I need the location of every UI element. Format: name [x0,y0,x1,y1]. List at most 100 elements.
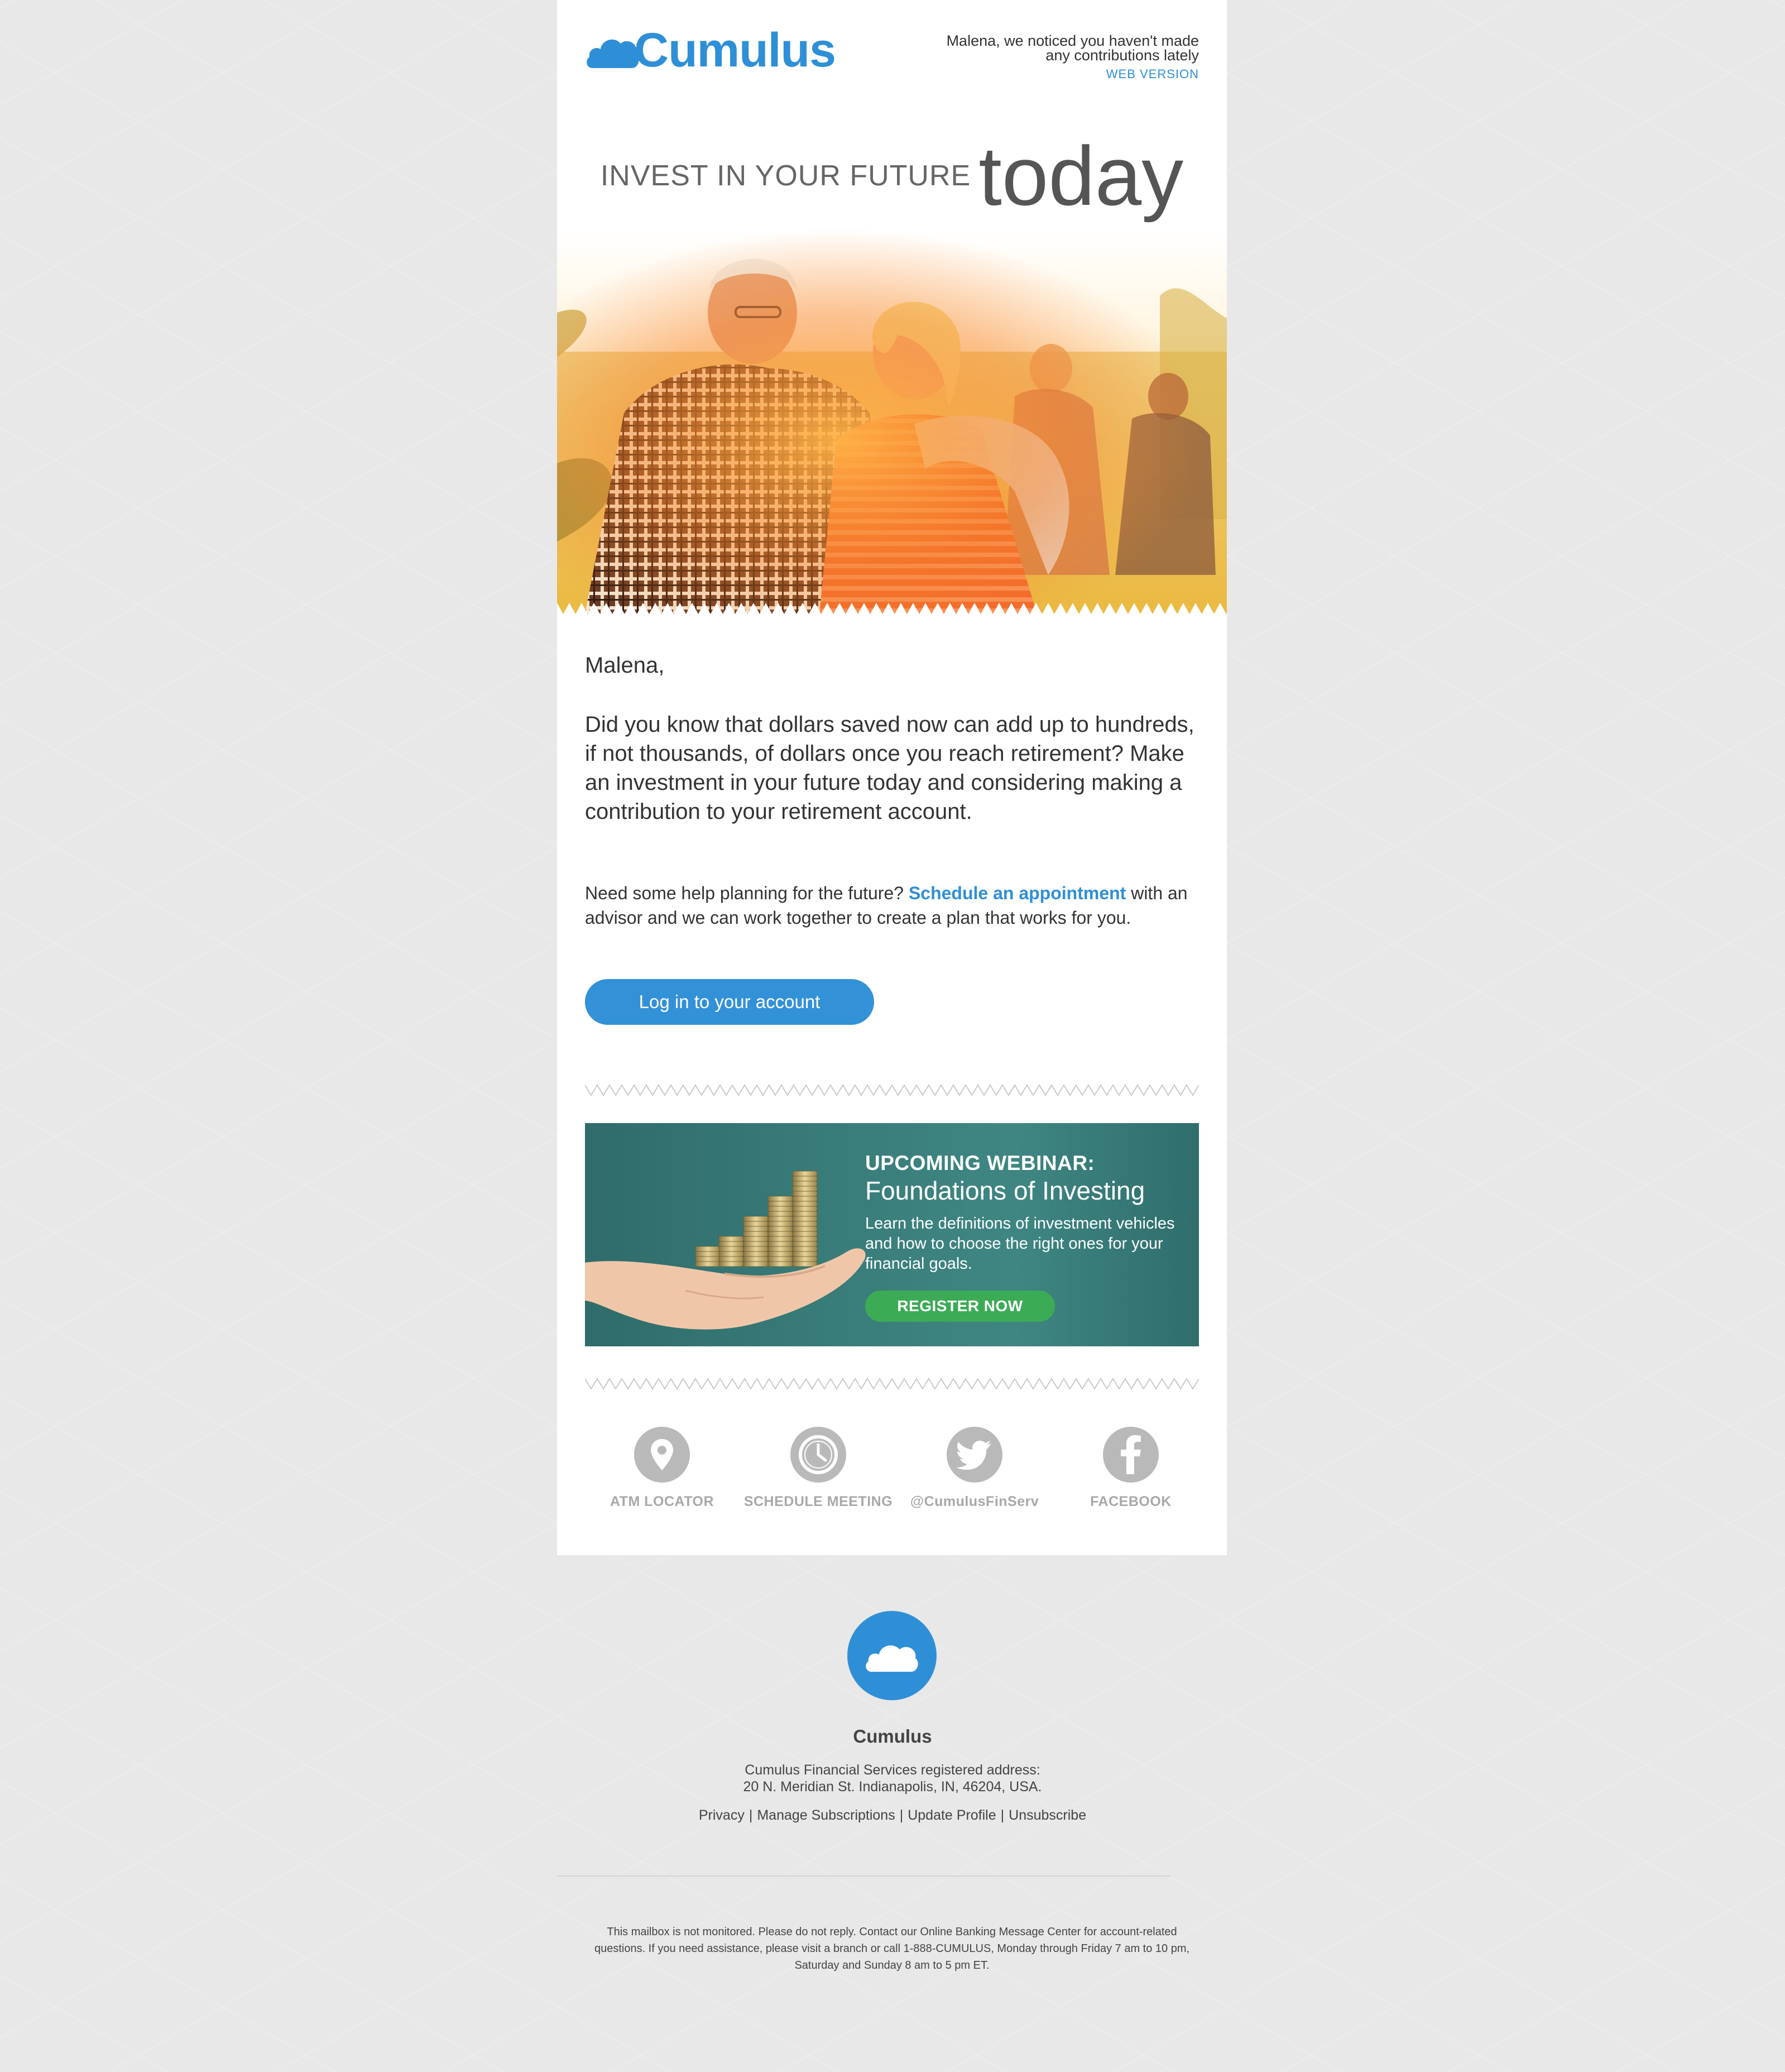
location-pin-icon [651,1439,673,1470]
coin [767,1216,793,1222]
clock-icon [790,1427,846,1483]
coin [695,1246,721,1252]
coin [743,1236,769,1242]
coin [792,1231,818,1237]
link-separator: | [748,1807,753,1823]
coin [792,1251,818,1257]
location-pin-icon [634,1427,690,1483]
coin [792,1246,818,1252]
coin [718,1246,744,1252]
footer-divider [557,1876,1171,1877]
email-card: Cumulus Malena, we noticed you haven't m… [557,0,1227,1555]
coin [767,1206,793,1212]
disclaimer-line-3: Saturday and Sunday 8 am to 5 pm ET. [794,1959,990,1972]
hero-image [557,229,1227,614]
coin [743,1261,769,1267]
twitter-icon [957,1441,991,1470]
coin [718,1261,744,1267]
coin [792,1186,818,1192]
coin [695,1256,721,1262]
coin [767,1201,793,1207]
webinar-title: Foundations of Investing [865,1176,1145,1205]
coin [718,1241,744,1247]
intro-paragraph: Did you know that dollars saved now can … [585,712,1194,824]
coin [792,1241,818,1247]
zigzag-divider [585,1084,1199,1096]
coin [743,1216,769,1222]
webinar-banner[interactable]: UPCOMING WEBINAR: Foundations of Investi… [585,1123,1199,1346]
brand-logo[interactable]: Cumulus [585,22,836,78]
coin [767,1241,793,1247]
coin [792,1196,818,1202]
coin [743,1256,769,1262]
web-version-link[interactable]: WEB VERSION [942,67,1199,81]
disclaimer: This mailbox is not monitored. Please do… [557,1924,1227,1974]
coin [743,1246,769,1252]
facebook-icon [1103,1427,1159,1483]
privacy-link[interactable]: Privacy [699,1807,745,1823]
coin [718,1256,744,1262]
coin [743,1251,769,1257]
coin [767,1196,793,1202]
register-now-button[interactable]: REGISTER NOW [865,1291,1055,1322]
quick-links: ATM LOCATOR SCHEDULE MEETING @CumulusFin… [585,1427,1210,1516]
login-button[interactable]: Log in to your account [585,979,874,1025]
coin [767,1246,793,1252]
unsubscribe-link[interactable]: Unsubscribe [1009,1807,1086,1823]
manage-subscriptions-link[interactable]: Manage Subscriptions [757,1807,895,1823]
schedule-appointment-link[interactable]: Schedule an appointment [909,883,1126,903]
headline-big: today [978,129,1184,223]
webinar-kicker: UPCOMING WEBINAR: [865,1152,1095,1174]
footer-brand-name: Cumulus [853,1726,932,1747]
hero-headline: INVEST IN YOUR FUTUREtoday [557,134,1227,218]
preheader: Malena, we noticed you haven't made any … [942,33,1199,81]
coin [767,1231,793,1237]
coin [792,1191,818,1197]
coin [767,1211,793,1217]
coin [792,1181,818,1187]
webinar-text: UPCOMING WEBINAR: Foundations of Investi… [865,1151,1189,1274]
coin [767,1261,793,1267]
update-profile-link[interactable]: Update Profile [908,1807,996,1823]
coin [792,1216,818,1222]
coin [792,1261,818,1267]
cloud-icon [587,39,639,68]
footer-address: Cumulus Financial Services registered ad… [0,1762,1785,1795]
coin [695,1251,721,1257]
coin [767,1256,793,1262]
coin [792,1211,818,1217]
disclaimer-line-1: This mailbox is not monitored. Please do… [607,1926,1177,1938]
coin [792,1171,818,1177]
footer-links: Privacy | Manage Subscriptions | Update Prof… [0,1807,1785,1824]
preheader-text: Malena, we noticed you haven't made any … [946,32,1199,64]
quicklink-label: @CumulusFinServ [910,1494,1039,1509]
quicklink-schedule-meeting[interactable]: SCHEDULE MEETING [740,1427,896,1510]
coin [767,1226,793,1232]
quicklink-facebook[interactable]: FACEBOOK [1053,1427,1209,1510]
quicklink-atm-locator[interactable]: ATM LOCATOR [584,1427,740,1510]
headline-small: INVEST IN YOUR FUTURE [600,160,971,192]
address-line-2: 20 N. Meridian St. Indianapolis, IN, 462… [743,1779,1042,1795]
help-paragraph: Need some help planning for the future? … [585,881,1199,930]
coin [743,1241,769,1247]
zigzag-divider [585,1378,1199,1390]
cloud-icon [866,1645,918,1672]
coin [767,1236,793,1242]
coins-in-hand-illustration [585,1171,866,1330]
address-line-1: Cumulus Financial Services registered ad… [745,1762,1040,1778]
quicklink-twitter[interactable]: @CumulusFinServ [896,1427,1053,1510]
coin [792,1206,818,1212]
coin [718,1251,744,1257]
coin [792,1236,818,1242]
help-prefix: Need some help planning for the future? [585,883,904,903]
footer-logo[interactable] [847,1611,937,1700]
coin [743,1221,769,1227]
coin [743,1231,769,1237]
coin [792,1201,818,1207]
quicklink-label: SCHEDULE MEETING [743,1494,893,1509]
quicklink-label: FACEBOOK [1090,1494,1172,1509]
coin [792,1226,818,1232]
salutation: Malena, [585,653,665,678]
coin [695,1261,721,1267]
twitter-icon [947,1427,1002,1483]
